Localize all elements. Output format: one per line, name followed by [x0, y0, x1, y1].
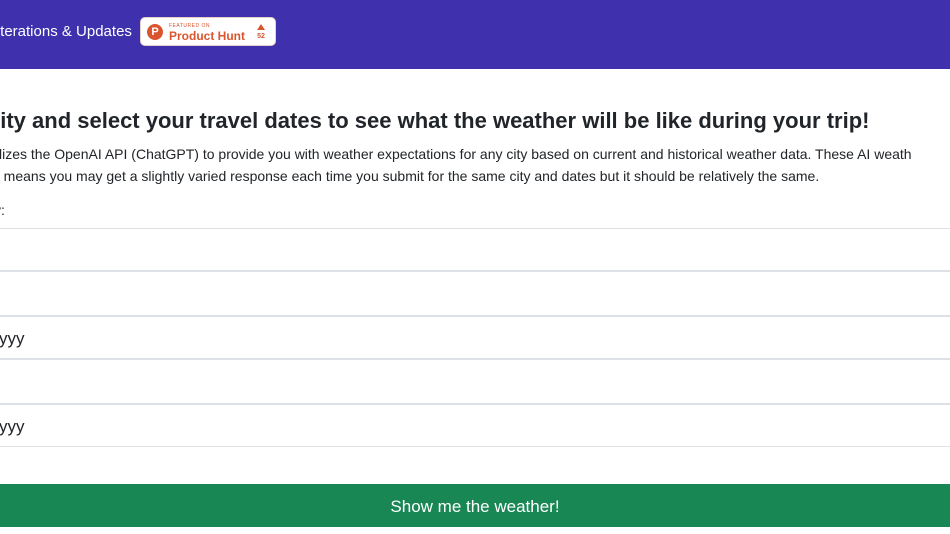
nav-link-iterations-updates[interactable]: Iterations & Updates: [0, 23, 132, 40]
show-weather-button[interactable]: Show me the weather!: [0, 484, 950, 527]
product-hunt-badge[interactable]: P FEATURED ON Product Hunt 52: [140, 17, 276, 46]
city-label: y:: [0, 202, 5, 218]
product-hunt-name: Product Hunt: [169, 29, 245, 43]
city-input[interactable]: [0, 228, 950, 271]
start-date-input[interactable]: yyy: [0, 316, 950, 359]
description-line-2: n means you may get a slightly varied re…: [0, 168, 820, 184]
top-navbar: Iterations & Updates P FEATURED ON Produ…: [0, 0, 950, 69]
description-line-1: tilizes the OpenAI API (ChatGPT) to prov…: [0, 146, 912, 162]
upvote-arrow-icon: [257, 24, 265, 30]
end-date-input[interactable]: yyy: [0, 404, 950, 447]
date-spacer-field: [0, 271, 950, 316]
app-description: tilizes the OpenAI API (ChatGPT) to prov…: [0, 143, 912, 187]
date-spacer-field-2: [0, 359, 950, 404]
product-hunt-logo-icon: P: [147, 24, 163, 40]
product-hunt-upvote-count: 52: [257, 33, 265, 40]
page-headline: city and select your travel dates to see…: [0, 108, 870, 133]
